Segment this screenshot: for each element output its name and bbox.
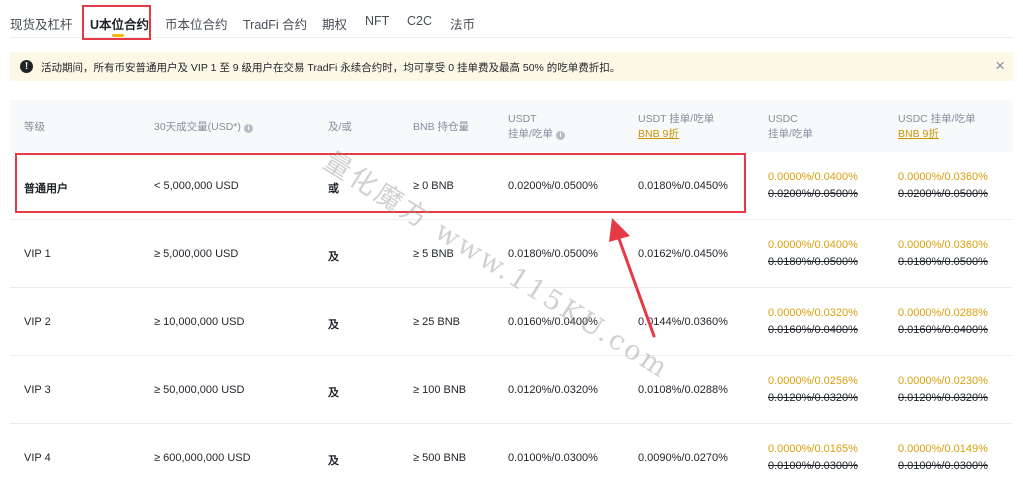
row-usdc-discount-fee: 0.0000%/0.0230% 0.0120%/0.0320% <box>898 373 988 407</box>
notice-text: 活动期间，所有币安普通用户及 VIP 1 至 9 级用户在交易 TradFi 永… <box>41 62 621 74</box>
row-usdc-fee: 0.0000%/0.0256% 0.0120%/0.0320% <box>768 373 858 407</box>
tab-tradfi-futures[interactable]: TradFi 合约 <box>243 14 307 33</box>
usdc-new-fee: 0.0000%/0.0165% <box>768 443 858 455</box>
tab-options[interactable]: 期权 <box>322 14 347 33</box>
close-icon[interactable]: × <box>995 56 1005 76</box>
header-usdc-discount: USDC 挂单/吃单 BNB 9折 <box>898 112 976 142</box>
table-row: VIP 2 ≥ 10,000,000 USD 及 ≥ 25 BNB 0.0160… <box>10 288 1013 356</box>
header-usdc-line2: 挂单/吃单 <box>768 128 813 140</box>
row-bnb: ≥ 5 BNB <box>413 248 454 260</box>
row-volume: ≥ 600,000,000 USD <box>154 452 251 464</box>
usdc-old-fee: 0.0120%/0.0320% <box>768 392 858 404</box>
usdc-new-fee: 0.0000%/0.0256% <box>768 375 858 387</box>
usdc-old-fee: 0.0200%/0.0500% <box>768 188 858 200</box>
row-usdc-fee: 0.0000%/0.0400% 0.0180%/0.0500% <box>768 237 858 271</box>
header-volume-label: 30天成交量(USD*) <box>154 121 241 133</box>
usdc-new-fee: 0.0000%/0.0400% <box>768 239 858 251</box>
row-level: VIP 4 <box>24 452 51 464</box>
usdc-new-fee: 0.0000%/0.0320% <box>768 307 858 319</box>
row-level: VIP 2 <box>24 316 51 328</box>
row-and-or: 及 <box>328 387 339 399</box>
row-volume: ≥ 5,000,000 USD <box>154 248 239 260</box>
usdc-discount-new-fee: 0.0000%/0.0288% <box>898 307 988 319</box>
row-and-or: 及 <box>328 319 339 331</box>
header-usdt: USDT 挂单/吃单 i <box>508 112 565 142</box>
info-icon[interactable]: i <box>555 131 565 140</box>
header-usdc: USDC 挂单/吃单 <box>768 112 813 142</box>
row-usdc-discount-fee: 0.0000%/0.0288% 0.0160%/0.0400% <box>898 305 988 339</box>
header-usdt-discount-link[interactable]: BNB 9折 <box>638 127 714 142</box>
table-row: VIP 3 ≥ 50,000,000 USD 及 ≥ 100 BNB 0.012… <box>10 356 1013 424</box>
row-level: VIP 1 <box>24 248 51 260</box>
row-bnb: ≥ 500 BNB <box>413 452 467 464</box>
row-usdt-fee: 0.0100%/0.0300% <box>508 452 598 464</box>
info-icon[interactable]: i <box>243 124 253 133</box>
row-volume: ≥ 50,000,000 USD <box>154 384 245 396</box>
annotation-tab-highlight <box>82 5 151 40</box>
row-usdt-discount-fee: 0.0108%/0.0288% <box>638 384 728 396</box>
usdc-old-fee: 0.0180%/0.0500% <box>768 256 858 268</box>
usdc-discount-new-fee: 0.0000%/0.0360% <box>898 171 988 183</box>
table-row: VIP 4 ≥ 600,000,000 USD 及 ≥ 500 BNB 0.01… <box>10 424 1013 490</box>
usdc-new-fee: 0.0000%/0.0400% <box>768 171 858 183</box>
tab-spot-margin[interactable]: 现货及杠杆 <box>10 14 73 33</box>
header-usdt-discount: USDT 挂单/吃单 BNB 9折 <box>638 112 714 142</box>
usdc-old-fee: 0.0160%/0.0400% <box>768 324 858 336</box>
tab-coinm-futures[interactable]: 币本位合约 <box>165 14 228 33</box>
usdc-old-fee: 0.0100%/0.0300% <box>768 460 858 472</box>
tabs-divider <box>10 37 1013 38</box>
header-and-or: 及/或 <box>328 121 352 133</box>
row-usdc-fee: 0.0000%/0.0320% 0.0160%/0.0400% <box>768 305 858 339</box>
annotation-row-highlight <box>15 153 746 213</box>
row-usdc-fee: 0.0000%/0.0165% 0.0100%/0.0300% <box>768 441 858 475</box>
row-usdt-discount-fee: 0.0090%/0.0270% <box>638 452 728 464</box>
tab-c2c[interactable]: C2C <box>407 14 432 28</box>
header-usdt-line2-label: 挂单/吃单 <box>508 128 553 140</box>
usdc-discount-old-fee: 0.0120%/0.0320% <box>898 392 988 404</box>
row-usdc-discount-fee: 0.0000%/0.0360% 0.0200%/0.0500% <box>898 169 988 203</box>
exclamation-icon: ! <box>20 60 33 73</box>
row-usdt-fee: 0.0120%/0.0320% <box>508 384 598 396</box>
header-usdt-line2: 挂单/吃单 i <box>508 127 565 142</box>
usdc-discount-old-fee: 0.0160%/0.0400% <box>898 324 988 336</box>
header-usdc-discount-link[interactable]: BNB 9折 <box>898 127 976 142</box>
usdc-discount-old-fee: 0.0200%/0.0500% <box>898 188 988 200</box>
row-bnb: ≥ 100 BNB <box>413 384 467 396</box>
market-tabs: 现货及杠杆 U本位合约 币本位合约 TradFi 合约 期权 NFT C2C 法… <box>0 0 1023 38</box>
usdc-discount-new-fee: 0.0000%/0.0149% <box>898 443 988 455</box>
row-usdc-fee: 0.0000%/0.0400% 0.0200%/0.0500% <box>768 169 858 203</box>
header-level: 等级 <box>24 121 45 133</box>
row-volume: ≥ 10,000,000 USD <box>154 316 245 328</box>
table-header: 等级 30天成交量(USD*) i 及/或 BNB 持仓量 USDT 挂单/吃单 i… <box>10 100 1013 152</box>
usdc-discount-new-fee: 0.0000%/0.0360% <box>898 239 988 251</box>
table-row: VIP 1 ≥ 5,000,000 USD 及 ≥ 5 BNB 0.0180%/… <box>10 220 1013 288</box>
row-usdc-discount-fee: 0.0000%/0.0149% 0.0100%/0.0300% <box>898 441 988 475</box>
row-and-or: 及 <box>328 251 339 263</box>
usdc-discount-old-fee: 0.0180%/0.0500% <box>898 256 988 268</box>
usdc-discount-new-fee: 0.0000%/0.0230% <box>898 375 988 387</box>
tab-fiat[interactable]: 法币 <box>450 14 475 33</box>
header-bnb-holding: BNB 持仓量 <box>413 121 470 133</box>
row-level: VIP 3 <box>24 384 51 396</box>
header-volume: 30天成交量(USD*) i <box>154 120 253 135</box>
row-bnb: ≥ 25 BNB <box>413 316 461 328</box>
promo-notice-banner: ! 活动期间，所有币安普通用户及 VIP 1 至 9 级用户在交易 TradFi… <box>10 52 1013 81</box>
header-usdc-discount-line1: USDC 挂单/吃单 <box>898 113 976 125</box>
header-usdt-discount-line1: USDT 挂单/吃单 <box>638 113 715 125</box>
row-usdt-discount-fee: 0.0144%/0.0360% <box>638 316 728 328</box>
row-usdt-fee: 0.0180%/0.0500% <box>508 248 598 260</box>
header-usdc-line1: USDC <box>768 113 798 125</box>
row-usdt-discount-fee: 0.0162%/0.0450% <box>638 248 728 260</box>
header-usdt-line1: USDT <box>508 113 537 125</box>
row-usdc-discount-fee: 0.0000%/0.0360% 0.0180%/0.0500% <box>898 237 988 271</box>
row-usdt-fee: 0.0160%/0.0400% <box>508 316 598 328</box>
tab-nft[interactable]: NFT <box>365 14 389 28</box>
usdc-discount-old-fee: 0.0100%/0.0300% <box>898 460 988 472</box>
row-and-or: 及 <box>328 455 339 467</box>
